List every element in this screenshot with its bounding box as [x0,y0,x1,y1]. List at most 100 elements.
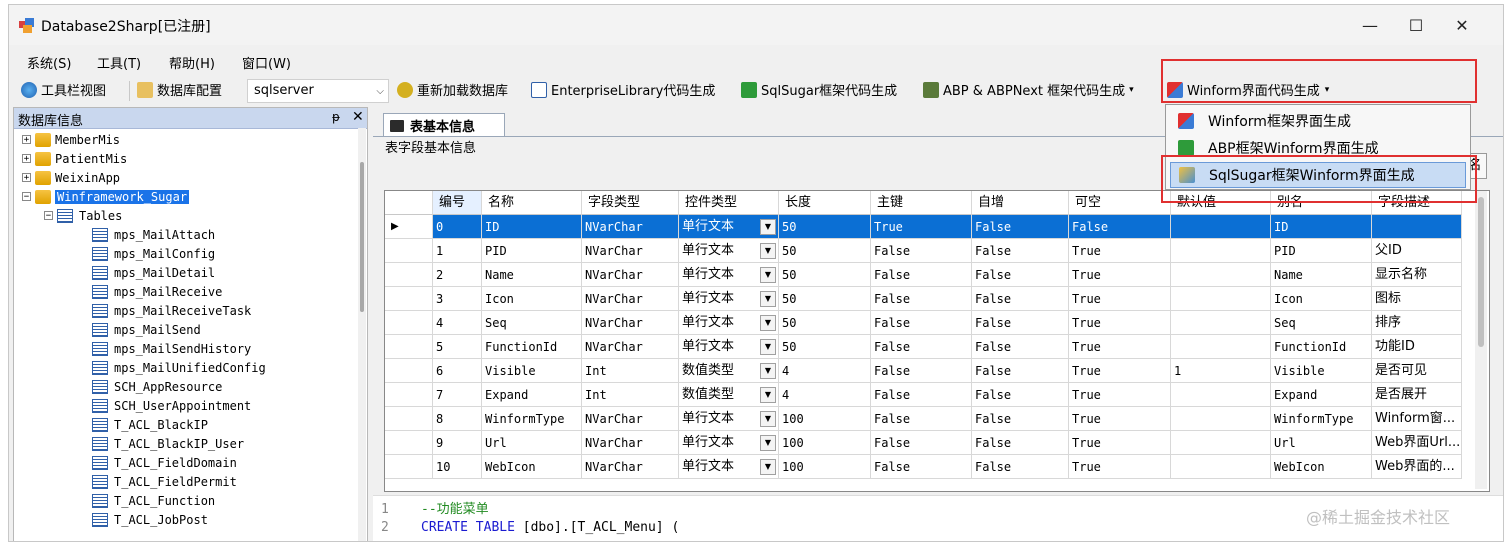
table-cell[interactable] [1171,455,1271,479]
table-cell[interactable] [1171,383,1271,407]
menu-item-winform-framework[interactable]: Winform框架界面生成 [1170,108,1466,134]
table-cell[interactable]: 50 [779,335,871,359]
table-cell[interactable]: False [871,311,972,335]
table-cell[interactable]: 功能ID [1372,335,1462,359]
table-cell[interactable]: Visible [482,359,582,383]
abp-codegen-button[interactable]: ABP & ABPNext 框架代码生成 ▾ [923,80,1134,99]
row-header[interactable] [385,431,433,455]
reload-db-button[interactable]: 重新加载数据库 [397,80,508,99]
table-cell[interactable]: 单行文本 ▼ [679,455,779,479]
table-cell[interactable]: True [1069,455,1171,479]
table-cell[interactable]: 7 [433,383,482,407]
table-cell[interactable]: False [871,455,972,479]
table-cell[interactable]: True [1069,287,1171,311]
table-cell[interactable]: Url [1271,431,1372,455]
tree-table-node[interactable]: SCH_AppResource [22,377,358,396]
table-cell[interactable]: True [871,215,972,239]
expand-icon[interactable]: + [22,154,31,164]
table-cell[interactable]: True [1069,407,1171,431]
tree-db-node[interactable]: − Winframework_Sugar [22,187,358,206]
chevron-down-icon[interactable]: ▼ [760,267,776,283]
scrollbar-thumb[interactable] [1478,197,1484,347]
table-cell[interactable]: False [871,407,972,431]
table-cell[interactable]: 10 [433,455,482,479]
table-cell[interactable]: 2 [433,263,482,287]
table-cell[interactable]: True [1069,311,1171,335]
table-cell[interactable]: False [871,431,972,455]
table-cell[interactable]: 数值类型 ▼ [679,359,779,383]
minimize-button[interactable]: — [1347,11,1393,41]
table-cell[interactable]: 图标 [1372,287,1462,311]
expand-icon[interactable]: + [22,173,31,183]
table-cell[interactable]: 6 [433,359,482,383]
table-cell[interactable] [1171,215,1271,239]
table-cell[interactable] [1171,287,1271,311]
table-cell[interactable]: NVarChar [582,287,679,311]
row-header[interactable] [385,455,433,479]
tree-table-node[interactable]: SCH_UserAppointment [22,396,358,415]
db-config-button[interactable]: 数据库配置 [137,80,222,99]
table-cell[interactable]: Winform窗... [1372,407,1462,431]
table-cell[interactable]: NVarChar [582,335,679,359]
table-cell[interactable]: 4 [779,359,871,383]
chevron-down-icon[interactable]: ▼ [760,459,776,475]
table-cell[interactable]: False [1069,215,1171,239]
table-cell[interactable]: True [1069,431,1171,455]
expand-icon[interactable]: + [22,135,31,145]
table-cell[interactable]: False [972,311,1069,335]
table-cell[interactable]: NVarChar [582,455,679,479]
table-cell[interactable]: False [972,215,1069,239]
table-cell[interactable]: ID [1271,215,1372,239]
tree-db-node[interactable]: + PatientMis [22,149,358,168]
table-cell[interactable]: Seq [482,311,582,335]
table-cell[interactable]: False [871,335,972,359]
table-cell[interactable]: FunctionId [1271,335,1372,359]
menu-help[interactable]: 帮助(H) [169,53,215,72]
table-cell[interactable]: WebIcon [1271,455,1372,479]
table-cell[interactable]: True [1069,239,1171,263]
tree-table-node[interactable]: mps_MailConfig [22,244,358,263]
table-cell[interactable]: 50 [779,287,871,311]
pin-icon[interactable]: ᵽ [332,110,340,124]
table-cell[interactable] [1171,407,1271,431]
table-cell[interactable]: Web界面的... [1372,455,1462,479]
table-cell[interactable]: NVarChar [582,311,679,335]
tree-table-node[interactable]: mps_MailUnifiedConfig [22,358,358,377]
grid-scrollbar[interactable] [1475,191,1487,489]
table-cell[interactable]: NVarChar [582,239,679,263]
tree-table-node[interactable]: T_ACL_Function [22,491,358,510]
collapse-icon[interactable]: − [22,192,31,202]
table-cell[interactable]: 5 [433,335,482,359]
menu-system[interactable]: 系统(S) [27,53,71,72]
table-cell[interactable]: 4 [779,383,871,407]
table-cell[interactable]: 1 [1171,359,1271,383]
table-cell[interactable]: 单行文本 ▼ [679,311,779,335]
table-cell[interactable]: PID [1271,239,1372,263]
table-cell[interactable]: 排序 [1372,311,1462,335]
tree-table-node[interactable]: mps_MailReceive [22,282,358,301]
table-cell[interactable]: Web界面Url... [1372,431,1462,455]
table-cell[interactable]: 9 [433,431,482,455]
table-cell[interactable]: False [871,287,972,311]
table-cell[interactable]: 父ID [1372,239,1462,263]
row-header[interactable] [385,359,433,383]
tree-db-node[interactable]: + MemberMis [22,130,358,149]
table-cell[interactable]: 0 [433,215,482,239]
collapse-icon[interactable]: − [44,211,53,221]
table-cell[interactable] [1171,431,1271,455]
chevron-down-icon[interactable]: ▼ [760,315,776,331]
table-cell[interactable]: 1 [433,239,482,263]
table-cell[interactable]: 单行文本 ▼ [679,407,779,431]
table-cell[interactable]: 50 [779,239,871,263]
tree-table-node[interactable]: mps_MailSendHistory [22,339,358,358]
table-cell[interactable]: True [1069,335,1171,359]
column-header[interactable]: 编号 [433,191,482,215]
table-cell[interactable]: False [871,239,972,263]
table-cell[interactable]: WinformType [482,407,582,431]
table-cell[interactable]: True [1069,383,1171,407]
row-header[interactable] [385,287,433,311]
table-cell[interactable]: 4 [433,311,482,335]
table-cell[interactable]: 50 [779,263,871,287]
tree-scrollbar[interactable] [358,128,366,541]
chevron-down-icon[interactable]: ▼ [760,363,776,379]
